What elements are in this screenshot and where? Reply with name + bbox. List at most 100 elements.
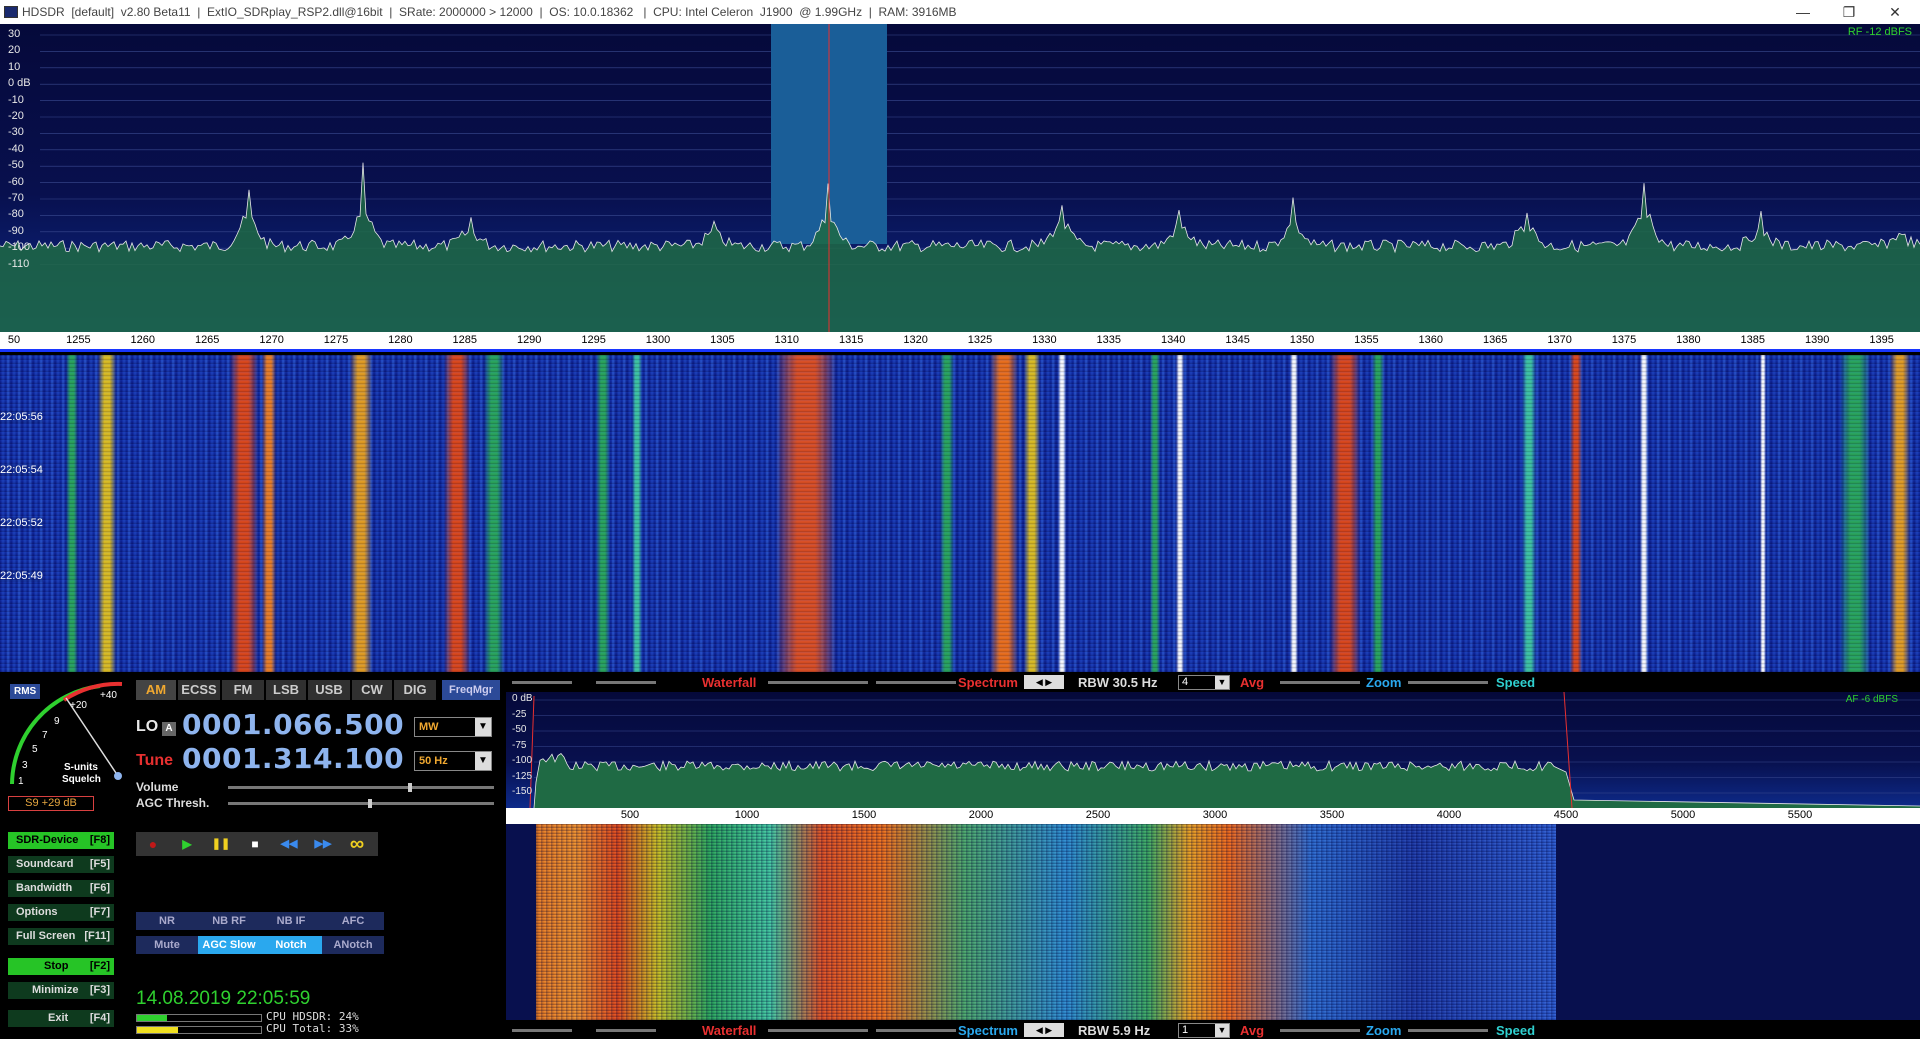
anotch-button[interactable]: ANotch bbox=[322, 936, 384, 954]
af-db-tick: -125 bbox=[512, 770, 533, 782]
af-frequency-scale[interactable]: 500 1000 1500 2000 2500 3000 3500 4000 4500 5000 5… bbox=[506, 808, 1920, 824]
date-time: 14.08.2019 22:05:59 bbox=[136, 988, 311, 1009]
af-avg-value: 4 bbox=[1182, 676, 1189, 688]
rf-frequency-scale[interactable]: 50 1255 1260 1265 1270 1275 1280 1285 1290 1295 13… bbox=[0, 332, 1920, 352]
mode-dig-button[interactable]: DIG bbox=[394, 680, 436, 700]
af-freq-tick: 1500 bbox=[851, 809, 877, 821]
lo-a-badge[interactable]: A bbox=[162, 722, 176, 736]
af-waterfall-slider[interactable] bbox=[768, 681, 868, 684]
close-window-button[interactable]: ✕ bbox=[1872, 0, 1918, 24]
s-scale-1: 1 bbox=[18, 776, 24, 787]
mode-am-button[interactable]: AM bbox=[136, 680, 176, 700]
af-zoom-label: Zoom bbox=[1366, 675, 1402, 690]
freq-tick: 1330 bbox=[1032, 334, 1057, 346]
forward-icon[interactable]: ▶▶ bbox=[306, 832, 340, 856]
agc-thresh-slider[interactable] bbox=[228, 799, 494, 808]
exit-button[interactable]: Exit [F4] bbox=[8, 1010, 114, 1027]
pause-icon[interactable]: ❚❚ bbox=[204, 832, 238, 856]
mode-cw-button[interactable]: CW bbox=[352, 680, 392, 700]
af2-zoom-slider[interactable] bbox=[1280, 1029, 1360, 1032]
af-spectrum-slider-a[interactable] bbox=[876, 681, 956, 684]
full-screen-button[interactable]: Full Screen [F11] bbox=[8, 928, 114, 945]
af-level-label: AF -6 dBFS bbox=[1845, 694, 1898, 705]
af-spectrum-display[interactable]: 0 dB -25 -50 -75 -100 -125 -150 AF -6 dBFS bbox=[506, 692, 1920, 808]
band-value: MW bbox=[419, 721, 439, 733]
freqmgr-button[interactable]: FreqMgr bbox=[442, 680, 500, 700]
volume-label: Volume bbox=[136, 780, 179, 794]
rf-waterfall[interactable]: 22:05:56 22:05:54 22:05:52 22:05:49 bbox=[0, 355, 1920, 672]
af-waterfall[interactable] bbox=[506, 824, 1920, 1020]
rewind-icon[interactable]: ◀◀ bbox=[272, 832, 306, 856]
nr-button[interactable]: NR bbox=[136, 912, 198, 930]
rf-db-tick: 0 dB bbox=[8, 77, 31, 90]
af2-rbw-label: RBW 5.9 Hz bbox=[1078, 1023, 1151, 1038]
af-speed-slider[interactable] bbox=[1408, 681, 1488, 684]
minimize-window-button[interactable]: — bbox=[1780, 0, 1826, 24]
af-slider-2[interactable] bbox=[596, 681, 656, 684]
sdr-device-button[interactable]: SDR-Device [F8] bbox=[8, 832, 114, 849]
af-db-tick: -150 bbox=[512, 786, 533, 797]
waterfall-timestamp: 22:05:54 bbox=[0, 464, 43, 476]
play-icon[interactable]: ▶ bbox=[170, 832, 204, 856]
af-spectrum-plot bbox=[529, 692, 1920, 808]
chevron-down-icon: ▼ bbox=[1215, 1024, 1229, 1037]
nb-if-button[interactable]: NB IF bbox=[260, 912, 322, 930]
tune-step-select[interactable]: 50 Hz ▼ bbox=[414, 751, 492, 771]
af2-spectrum-slider[interactable] bbox=[876, 1029, 956, 1032]
mode-usb-button[interactable]: USB bbox=[308, 680, 350, 700]
nb-rf-button[interactable]: NB RF bbox=[198, 912, 260, 930]
squelch-label[interactable]: Squelch bbox=[62, 774, 101, 785]
af-zoom-slider[interactable] bbox=[1280, 681, 1360, 684]
af-freq-tick: 3500 bbox=[1319, 809, 1345, 821]
minimize-label: Minimize bbox=[32, 984, 79, 996]
af2-slider-2[interactable] bbox=[596, 1029, 656, 1032]
af2-waterfall-slider[interactable] bbox=[768, 1029, 868, 1032]
mode-ecss-button[interactable]: ECSS bbox=[178, 680, 220, 700]
volume-slider[interactable] bbox=[228, 783, 494, 792]
mode-fm-button[interactable]: FM bbox=[222, 680, 264, 700]
freq-tick: 1260 bbox=[130, 334, 156, 346]
freq-tick: 1265 bbox=[194, 334, 220, 346]
options-button[interactable]: Options [F7] bbox=[8, 904, 114, 921]
bandwidth-button[interactable]: Bandwidth [F6] bbox=[8, 880, 114, 897]
band-select[interactable]: MW ▼ bbox=[414, 717, 492, 737]
rms-button[interactable]: RMS bbox=[10, 684, 41, 699]
soundcard-button[interactable]: Soundcard [F5] bbox=[8, 856, 114, 873]
af2-speed-slider[interactable] bbox=[1408, 1029, 1488, 1032]
agc-thresh-knob[interactable] bbox=[368, 799, 372, 808]
restore-window-button[interactable]: ❐ bbox=[1826, 0, 1872, 24]
minimize-button[interactable]: Minimize [F3] bbox=[8, 982, 114, 999]
af-db-tick: -25 bbox=[512, 708, 527, 720]
af-spectrum-controls: Waterfall Spectrum ◀ ▶ RBW 30.5 Hz 4 ▼ Av… bbox=[506, 674, 1920, 691]
mute-button[interactable]: Mute bbox=[136, 936, 198, 954]
af2-slider-1[interactable] bbox=[512, 1029, 572, 1032]
notch-button[interactable]: Notch bbox=[260, 936, 322, 954]
af-freq-tick: 500 bbox=[620, 809, 640, 821]
full-screen-label: Full Screen bbox=[16, 930, 76, 942]
stop-button[interactable]: Stop [F2] bbox=[8, 958, 114, 975]
af2-nav-buttons[interactable]: ◀ ▶ bbox=[1024, 1023, 1064, 1037]
af-speed-label: Speed bbox=[1496, 675, 1536, 690]
afc-button[interactable]: AFC bbox=[322, 912, 384, 930]
af-nav-buttons[interactable]: ◀ ▶ bbox=[1024, 675, 1064, 689]
af-slider-1[interactable] bbox=[512, 681, 572, 684]
volume-knob[interactable] bbox=[408, 783, 412, 792]
lo-frequency[interactable]: 0001.066.500 bbox=[182, 708, 404, 741]
options-key: [F7] bbox=[89, 906, 110, 918]
mode-lsb-button[interactable]: LSB bbox=[266, 680, 306, 700]
rf-spectrum-display[interactable]: 30 20 10 0 dB -10 -20 -30 -40 -50 -60 -70 -80 -90 -10… bbox=[0, 24, 1920, 332]
loop-icon[interactable]: ∞ bbox=[340, 832, 374, 856]
freq-tick: 1335 bbox=[1096, 334, 1122, 346]
record-icon[interactable]: ● bbox=[136, 832, 170, 856]
cpu-total-meter bbox=[136, 1026, 262, 1034]
agc-slow-button[interactable]: AGC Slow bbox=[198, 936, 260, 954]
af-avg-select[interactable]: 4 ▼ bbox=[1178, 675, 1230, 690]
freq-tick: 1270 bbox=[259, 334, 284, 346]
stop-icon[interactable]: ■ bbox=[238, 832, 272, 856]
waterfall-timestamp: 22:05:52 bbox=[0, 517, 43, 529]
s-scale-3: 3 bbox=[22, 760, 28, 771]
tune-frequency[interactable]: 0001.314.100 bbox=[182, 742, 404, 775]
af-freq-tick: 5000 bbox=[1670, 809, 1696, 821]
af2-avg-select[interactable]: 1 ▼ bbox=[1178, 1023, 1230, 1038]
af-freq-tick: 3000 bbox=[1202, 809, 1228, 821]
